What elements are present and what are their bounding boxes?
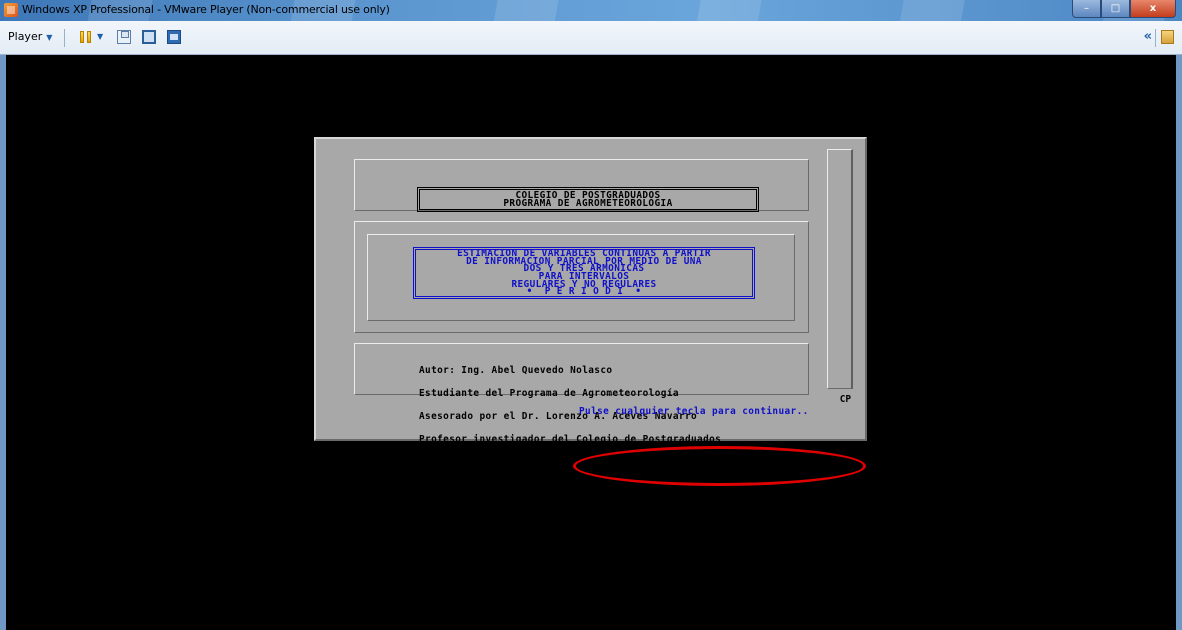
author-panel: Autor: Ing. Abel Quevedo Nolasco Estudia…: [354, 343, 809, 466]
player-menu-button[interactable]: Player ▼: [8, 30, 52, 43]
program-title-box: ESTIMACION DE VARIABLES CONTINUAS A PART…: [413, 247, 755, 299]
send-ctrl-alt-del-icon[interactable]: [117, 30, 131, 44]
toolbar-divider: [64, 29, 65, 47]
minimize-button[interactable]: –: [1072, 0, 1101, 18]
header-line: PROGRAMA DE AGROMETEOROLOGIA: [503, 197, 673, 209]
institution-header: COLEGIO DE POSTGRADUADOS PROGRAMA DE AGR…: [417, 187, 759, 212]
library-icon[interactable]: [1161, 30, 1174, 44]
window-title: Windows XP Professional - VMware Player …: [22, 3, 390, 16]
window-controls: – □ x: [1072, 0, 1176, 18]
chevron-down-icon[interactable]: ▼: [97, 32, 103, 41]
chevron-down-icon: ▼: [46, 33, 53, 42]
author-line: Autor: Ing. Abel Quevedo Nolasco: [419, 365, 613, 377]
highlight-annotation: [573, 446, 866, 486]
title-outer-panel: ESTIMACION DE VARIABLES CONTINUAS A PART…: [354, 221, 809, 333]
vmware-app-icon: [4, 3, 18, 17]
title-inner-panel: ESTIMACION DE VARIABLES CONTINUAS A PART…: [367, 234, 795, 321]
collapse-toolbar-icon[interactable]: «: [1144, 29, 1152, 44]
cp-label: CP: [839, 394, 851, 405]
toolbar-divider: [1155, 29, 1156, 47]
continue-prompt[interactable]: Pulse cualquier tecla para continuar..: [579, 405, 847, 419]
dos-splash-dialog: COLEGIO DE POSTGRADUADOS PROGRAMA DE AGR…: [314, 137, 867, 466]
fullscreen-icon[interactable]: [142, 30, 156, 44]
header-panel: COLEGIO DE POSTGRADUADOS PROGRAMA DE AGR…: [354, 159, 809, 212]
player-menu-label: Player: [8, 30, 43, 43]
author-line: Estudiante del Programa de Agrometeorolo…: [419, 387, 679, 399]
side-panel: [827, 149, 853, 389]
author-line: Profesor investigador del Colegio de Pos…: [419, 433, 722, 445]
unity-icon[interactable]: [167, 30, 181, 44]
title-bar[interactable]: Windows XP Professional - VMware Player …: [0, 0, 1182, 21]
pause-icon[interactable]: [79, 30, 93, 44]
maximize-button[interactable]: □: [1101, 0, 1130, 18]
vmware-toolbar: Player ▼ ▼ «: [0, 21, 1182, 55]
close-button[interactable]: x: [1130, 0, 1176, 18]
title-line: • P E R I O D I •: [526, 286, 642, 298]
